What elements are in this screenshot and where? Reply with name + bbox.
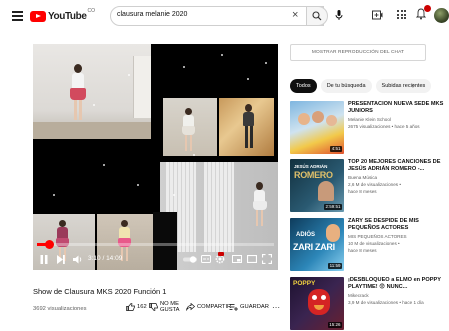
apps-icon[interactable] bbox=[397, 10, 406, 19]
menu-icon[interactable] bbox=[12, 11, 23, 21]
duration-badge: 15:26 bbox=[327, 322, 342, 328]
recommendation-thumbnail[interactable]: ADIÓS ZARI ZARI 11:59 bbox=[290, 218, 344, 271]
progress-bar[interactable] bbox=[37, 243, 274, 246]
filter-chips: Todos De tu búsqueda Subidas recientes bbox=[290, 79, 432, 93]
chevron-right-icon[interactable]: › bbox=[412, 80, 415, 90]
mic-icon bbox=[335, 10, 343, 20]
like-icon bbox=[126, 303, 135, 311]
recommendation-item[interactable]: ADIÓS ZARI ZARI 11:59 ZARY SE DESPIDE DE… bbox=[290, 218, 448, 271]
recommendation-stats: 3,9 M de visualizaciones • hace 1 día bbox=[348, 300, 424, 305]
share-icon bbox=[186, 303, 195, 311]
save-icon bbox=[229, 304, 238, 311]
thumb-text: ROMERO bbox=[294, 170, 333, 180]
dislike-icon bbox=[149, 303, 158, 311]
show-chat-replay-button[interactable]: MOSTRAR REPRODUCCIÓN DEL CHAT bbox=[290, 44, 426, 61]
subtitles-icon[interactable] bbox=[201, 255, 211, 263]
thumb-text: ZARI ZARI bbox=[293, 242, 335, 252]
thumb-text-small: JESÚS ADRIÁN bbox=[294, 164, 328, 169]
recommendation-thumbnail[interactable]: POPPY 15:26 bbox=[290, 277, 344, 330]
recommendation-age: hace 8 meses bbox=[348, 248, 377, 253]
video-player[interactable]: 3:10 / 14:09 bbox=[33, 44, 278, 270]
create-icon[interactable] bbox=[372, 10, 383, 20]
hd-badge bbox=[218, 252, 224, 256]
recommendation-item[interactable]: 4:51 PRESENTACION NUEVA SEDE MKS JUNIORS… bbox=[290, 101, 448, 154]
like-button[interactable]: 162 bbox=[126, 303, 147, 311]
more-icon[interactable]: ⋯ bbox=[272, 303, 280, 312]
thumb-text: POPPY bbox=[293, 280, 316, 287]
miniplayer-icon[interactable] bbox=[232, 255, 242, 263]
duration-badge: 11:59 bbox=[328, 263, 342, 269]
video-frame-middle-left bbox=[163, 98, 217, 156]
logo-text: YouTube bbox=[48, 10, 87, 22]
recommendation-title[interactable]: PRESENTACION NUEVA SEDE MKS JUNIORS bbox=[348, 101, 448, 115]
video-frame-middle-right bbox=[219, 98, 274, 156]
chip-all[interactable]: Todos bbox=[290, 79, 317, 93]
recommendation-thumbnail[interactable]: 4:51 bbox=[290, 101, 344, 154]
save-label: GUARDAR bbox=[240, 304, 269, 310]
top-bar: YouTube CO clausura melanie 2020 × bbox=[0, 0, 449, 36]
clear-search-icon[interactable]: × bbox=[292, 8, 298, 22]
recommendation-stats: 2675 visualizaciones • hace 5 años bbox=[348, 124, 420, 129]
dislike-button[interactable]: NO ME GUSTA bbox=[149, 301, 180, 313]
recommendation-item[interactable]: JESÚS ADRIÁN ROMERO 2:59:51 TOP 20 MEJOR… bbox=[290, 159, 448, 212]
youtube-logo[interactable]: YouTube CO bbox=[30, 8, 96, 23]
view-count: 3692 visualizaciones bbox=[33, 306, 87, 312]
like-count: 162 bbox=[137, 304, 147, 310]
notification-badge bbox=[424, 5, 431, 12]
fullscreen-icon[interactable] bbox=[262, 254, 272, 264]
autoplay-icon[interactable] bbox=[183, 256, 197, 263]
search-icon bbox=[312, 11, 322, 21]
duration-badge: 4:51 bbox=[330, 146, 342, 152]
search-query: clausura melanie 2020 bbox=[117, 11, 188, 18]
dislike-label: NO ME GUSTA bbox=[160, 301, 180, 313]
chip-recent[interactable]: Subidas recientes bbox=[375, 79, 432, 93]
voice-search-button[interactable] bbox=[331, 7, 347, 23]
recommendation-thumbnail[interactable]: JESÚS ADRIÁN ROMERO 2:59:51 bbox=[290, 159, 344, 212]
time-display: 3:10 / 14:09 bbox=[88, 255, 123, 262]
next-icon[interactable] bbox=[57, 255, 65, 264]
avatar[interactable] bbox=[434, 8, 449, 23]
volume-icon[interactable] bbox=[73, 255, 83, 264]
chip-from-search[interactable]: De tu búsqueda bbox=[320, 79, 372, 93]
theater-icon[interactable] bbox=[247, 255, 257, 263]
video-frame-top-left bbox=[33, 44, 151, 139]
logo-country: CO bbox=[87, 8, 96, 14]
recommendation-title[interactable]: ZARY SE DESPIDE DE MIS PEQUEÑOS ACTORES bbox=[348, 218, 448, 232]
duration-badge: 2:59:51 bbox=[323, 204, 342, 210]
share-button[interactable]: COMPARTIR bbox=[186, 303, 231, 311]
share-label: COMPARTIR bbox=[197, 304, 232, 310]
search-button[interactable] bbox=[306, 6, 328, 26]
save-button[interactable]: GUARDAR bbox=[229, 303, 269, 311]
progress-scrubber[interactable] bbox=[45, 240, 54, 249]
recommendation-title[interactable]: ¡DESBLOQUEO a ELMO en POPPY PLAYTIME! 😨 … bbox=[348, 277, 448, 291]
video-frame-top-right bbox=[151, 44, 278, 96]
recommendation-title[interactable]: TOP 20 MEJORES CANCIONES DE JESÚS ADRIÁN… bbox=[348, 159, 448, 173]
youtube-play-logo-icon bbox=[30, 10, 46, 22]
pause-icon[interactable] bbox=[40, 255, 48, 264]
video-title: Show de Clausura MKS 2020 Función 1 bbox=[33, 287, 167, 296]
thumb-text-small: ADIÓS bbox=[296, 232, 316, 238]
recommendation-item[interactable]: POPPY 15:26 ¡DESBLOQUEO a ELMO en POPPY … bbox=[290, 277, 448, 330]
recommendation-age: hace 8 meses bbox=[348, 189, 377, 194]
player-controls: 3:10 / 14:09 bbox=[33, 250, 278, 270]
